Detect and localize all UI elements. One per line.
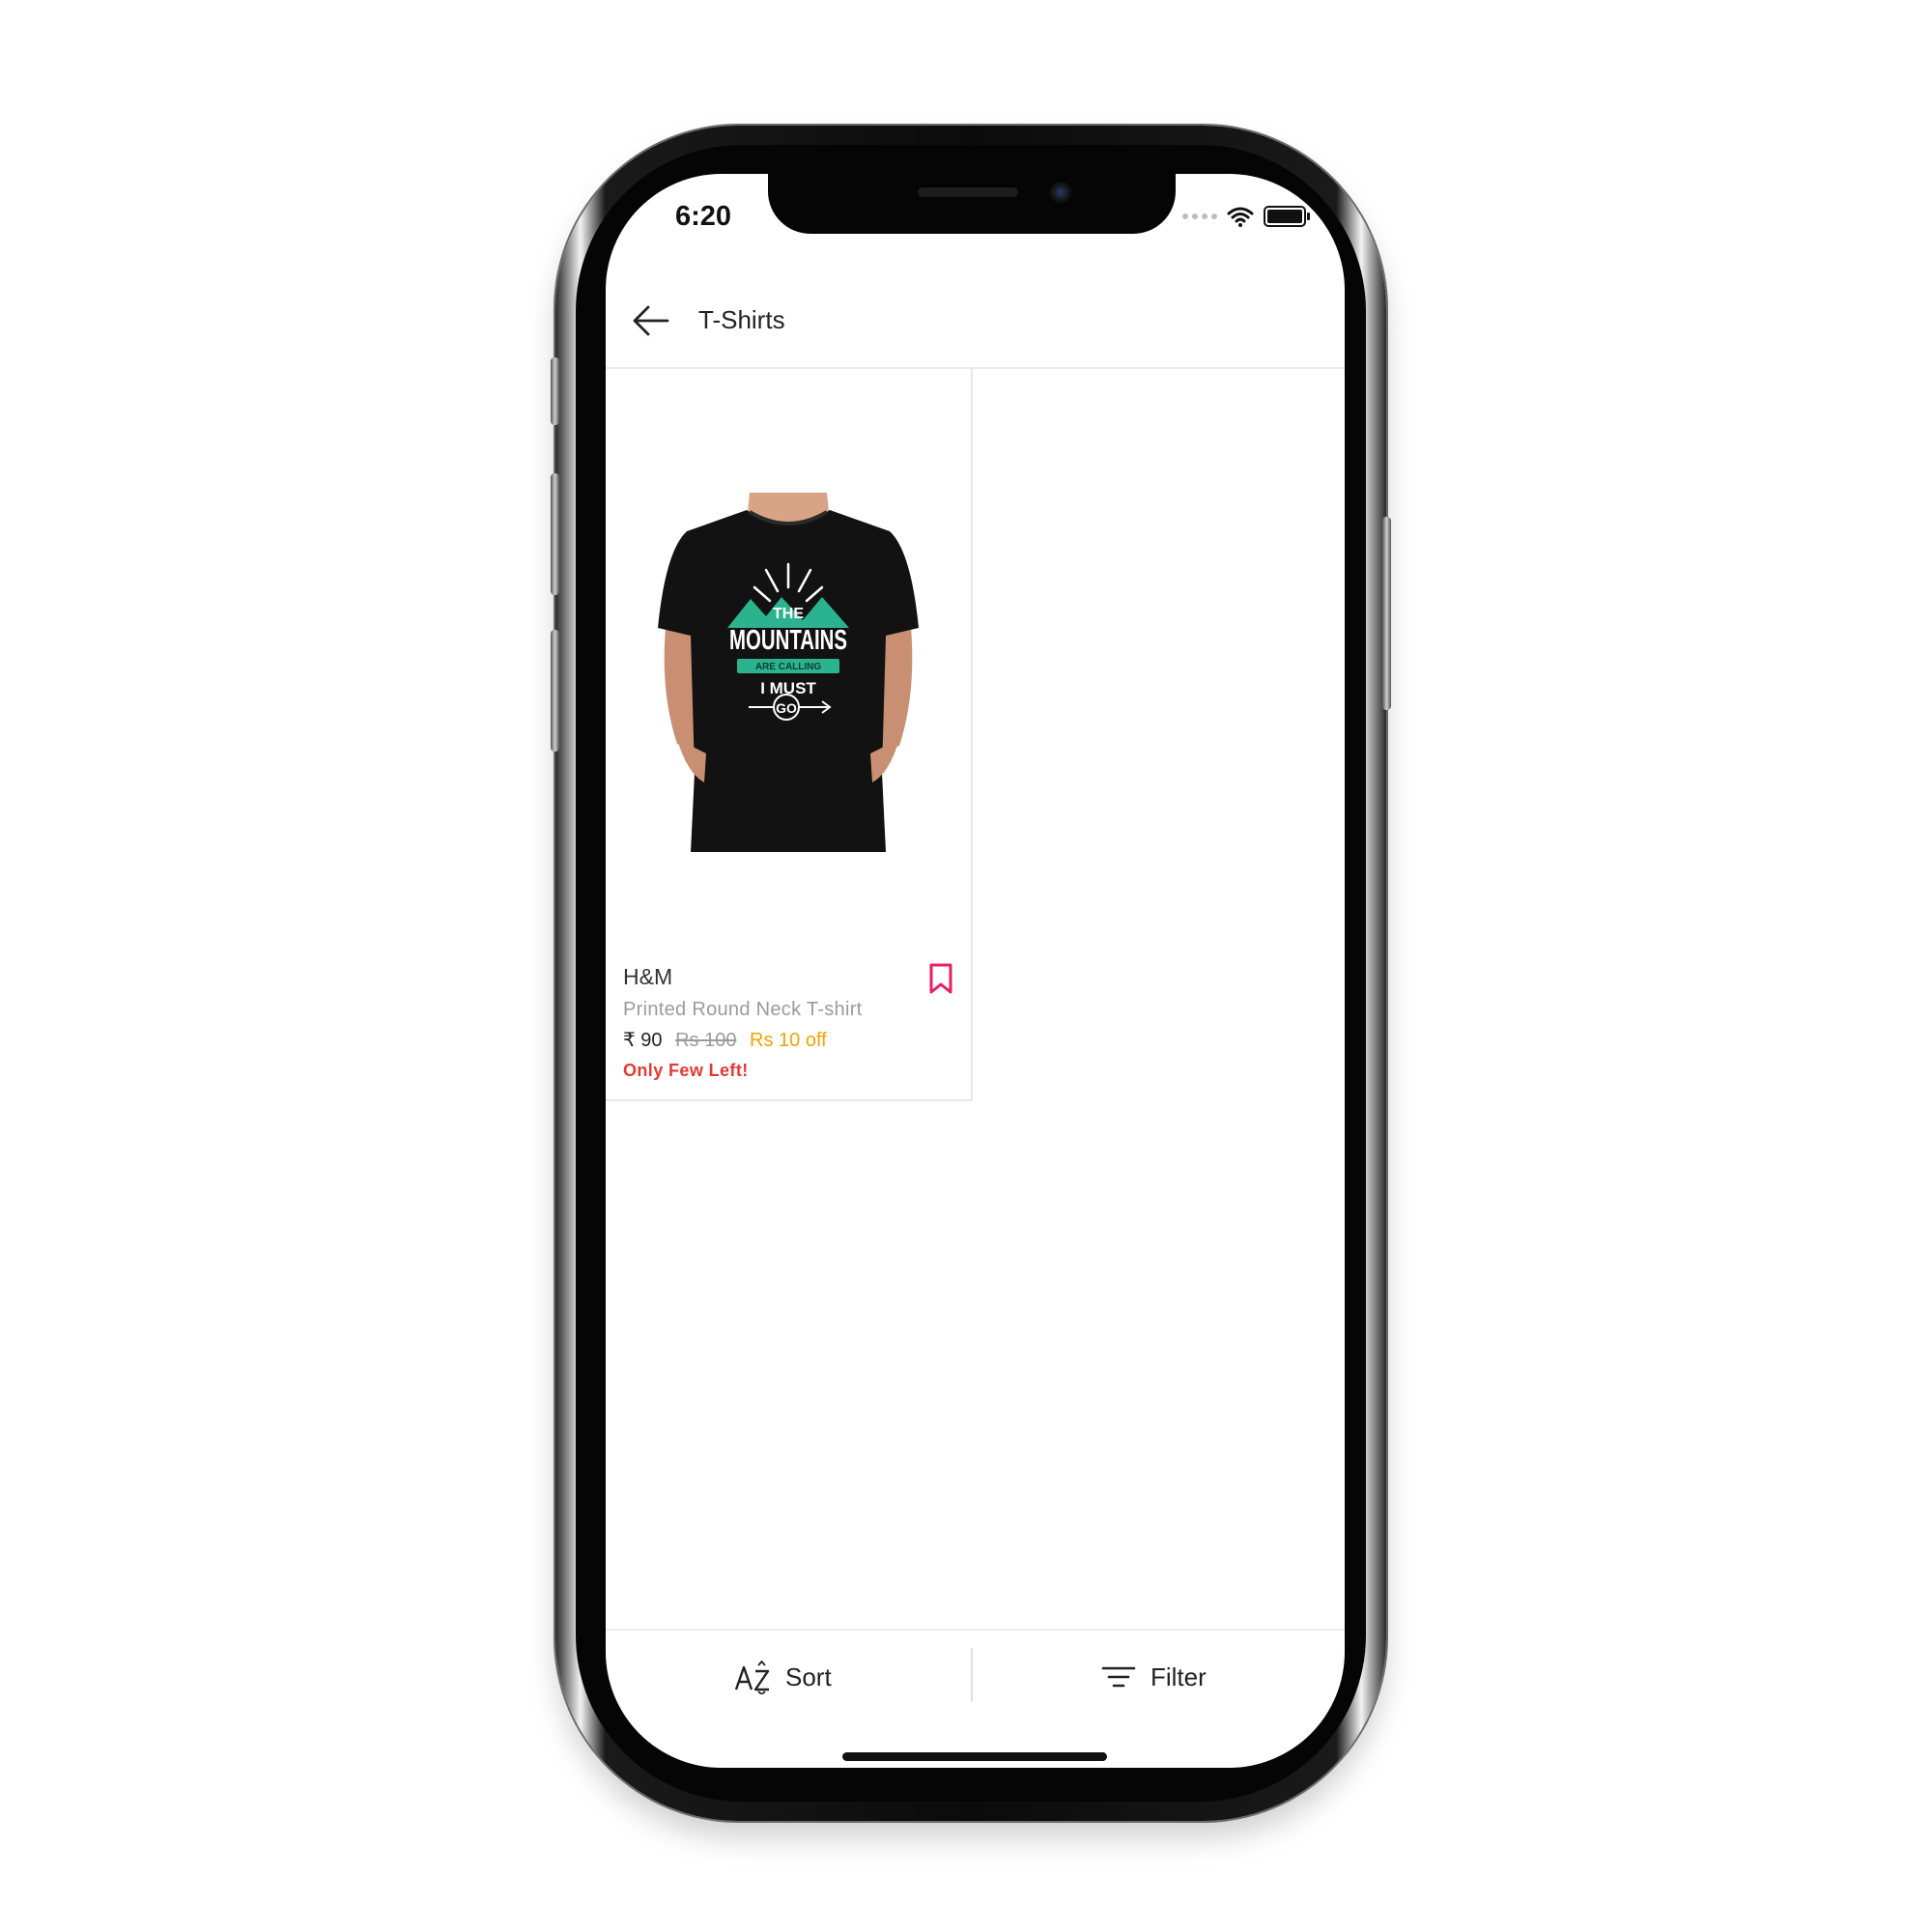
side-button-volume-down <box>551 630 559 752</box>
product-discount: Rs 10 off <box>750 1030 827 1051</box>
product-price: ₹ 90 <box>623 1030 663 1051</box>
sort-az-icon <box>734 1660 770 1694</box>
sort-button[interactable]: Sort <box>733 1648 832 1706</box>
filter-label: Filter <box>1151 1662 1207 1691</box>
product-image[interactable]: THE MOUNTAINS ARE CALLING I MUST GO <box>658 493 919 852</box>
bookmark-icon[interactable] <box>926 962 955 995</box>
filter-icon <box>1101 1666 1136 1688</box>
back-arrow-icon[interactable] <box>631 303 671 338</box>
print-text-line2: MOUNTAINS <box>729 625 847 656</box>
side-button-silent <box>551 357 559 425</box>
product-name: Printed Round Neck T-shirt <box>623 999 863 1020</box>
side-button-power <box>1382 517 1391 710</box>
status-icons <box>1182 203 1310 230</box>
filter-button[interactable]: Filter <box>1100 1648 1207 1706</box>
cellular-signal-icon <box>1182 213 1217 219</box>
sort-label: Sort <box>785 1662 832 1691</box>
print-text-line3: ARE CALLING <box>755 662 822 672</box>
page-title: T-Shirts <box>698 305 785 334</box>
side-button-volume-up <box>551 473 559 595</box>
bottom-bar-divider <box>971 1648 973 1702</box>
battery-icon <box>1264 206 1310 227</box>
product-card[interactable]: THE MOUNTAINS ARE CALLING I MUST GO H&M … <box>606 367 973 1101</box>
status-time: 6:20 <box>675 201 732 232</box>
print-text-line1: THE <box>773 606 804 622</box>
home-indicator[interactable] <box>842 1752 1107 1761</box>
front-camera <box>1050 182 1071 203</box>
phone-screen: 6:20 T-Shirts THE MOUNTAINS ARE CALLING … <box>606 174 1345 1768</box>
price-row: ₹ 90 Rs 100 Rs 10 off <box>623 1028 827 1052</box>
print-text-line5: GO <box>776 700 797 716</box>
stock-note: Only Few Left! <box>623 1061 749 1080</box>
product-mrp: Rs 100 <box>675 1030 737 1051</box>
product-brand: H&M <box>623 964 673 989</box>
app-header: T-Shirts <box>606 270 1345 369</box>
speaker-grille <box>918 187 1018 197</box>
wifi-icon <box>1227 207 1254 227</box>
bottom-bar: Sort Filter <box>606 1629 1345 1727</box>
notch <box>768 174 1176 234</box>
